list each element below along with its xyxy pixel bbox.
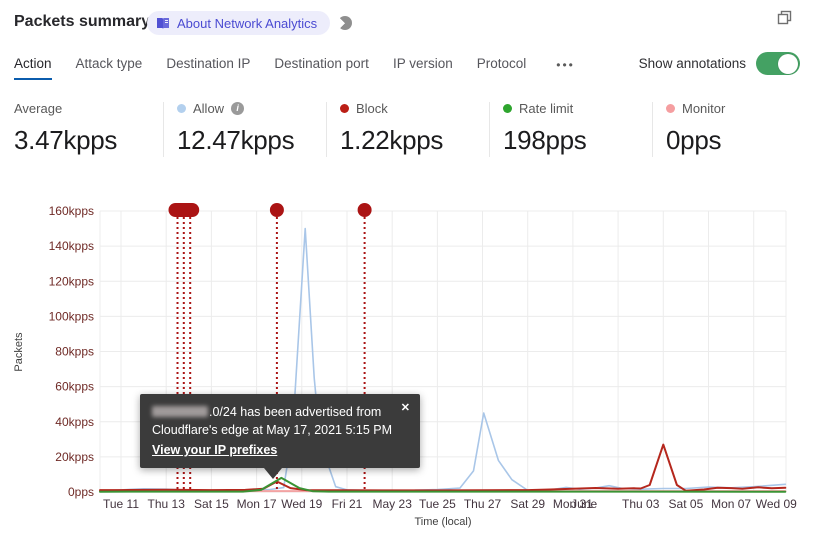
page-title: Packets summary	[14, 13, 151, 30]
y-tick-label: 60kpps	[55, 380, 94, 394]
y-tick-label: 100kpps	[49, 309, 94, 323]
y-tick-label: 40kpps	[55, 415, 94, 429]
stat-value: 12.47kpps	[177, 125, 295, 155]
stat-label: Block	[356, 100, 388, 116]
tooltip-line-1: .0/24 has been advertised from	[152, 403, 408, 421]
x-tick-label: Thu 27	[464, 497, 502, 511]
stat-label: Rate limit	[519, 100, 574, 116]
x-tick-label: June	[571, 497, 597, 511]
tab-ip-version[interactable]: IP version	[393, 52, 453, 78]
x-tick-label: Tue 11	[103, 497, 139, 511]
tab-bar: Action Attack type Destination IP Destin…	[14, 52, 581, 80]
y-tick-label: 140kpps	[49, 239, 94, 253]
about-network-analytics-badge[interactable]: About Network Analytics	[147, 11, 331, 35]
x-tick-label: Mon 07	[711, 497, 751, 511]
tab-destination-ip[interactable]: Destination IP	[166, 52, 250, 78]
y-tick-label: 120kpps	[49, 274, 94, 288]
more-tabs-icon[interactable]: •••	[550, 52, 581, 73]
badge-label: About Network Analytics	[177, 15, 318, 31]
stat-value: 3.47kpps	[14, 125, 118, 155]
annotation-marker[interactable]	[357, 203, 372, 217]
x-tick-label: Thu 13	[148, 497, 186, 511]
rate-limit-dot	[503, 103, 512, 113]
x-tick-label: Tue 25	[419, 497, 456, 511]
x-tick-label: Fri 21	[332, 497, 363, 511]
stat-divider	[163, 102, 164, 157]
pie-icon[interactable]	[338, 16, 352, 30]
tooltip-caret	[264, 468, 282, 479]
stat-rate-limit: Rate limit 198pps	[503, 100, 653, 156]
stat-value: 1.22kpps	[340, 125, 444, 155]
show-annotations-label: Show annotations	[638, 56, 746, 71]
y-tick-label: 20kpps	[55, 450, 94, 464]
stat-average: Average 3.47kpps	[14, 100, 164, 156]
x-tick-label: Sat 29	[510, 497, 545, 511]
restore-window-icon[interactable]	[776, 9, 794, 27]
stat-monitor: Monitor 0pps	[666, 100, 816, 156]
stat-divider	[652, 102, 653, 157]
x-tick-label: Wed 19	[281, 497, 322, 511]
redacted-ip-prefix	[152, 406, 208, 417]
x-tick-label: Mon 17	[237, 497, 277, 511]
tab-attack-type[interactable]: Attack type	[76, 52, 143, 78]
stat-label: Average	[14, 100, 63, 116]
x-axis-title: Time (local)	[414, 516, 471, 528]
stat-value: 198pps	[503, 125, 587, 155]
allow-dot	[177, 103, 186, 113]
x-tick-label: Sat 05	[669, 497, 704, 511]
block-dot	[340, 103, 349, 113]
y-tick-label: 80kpps	[55, 345, 94, 359]
monitor-dot	[666, 103, 675, 113]
stat-block: Block 1.22kpps	[340, 100, 490, 156]
packets-time-series-chart: 0pps 20kpps 40kpps 60kpps 80kpps 100kpps 120kp…	[13, 203, 797, 528]
info-icon[interactable]: i	[231, 101, 245, 115]
book-icon	[157, 17, 169, 29]
tab-protocol[interactable]: Protocol	[477, 52, 527, 78]
annotation-marker-cluster[interactable]	[168, 203, 200, 217]
x-tick-label: Wed 09	[756, 497, 797, 511]
tooltip-line-2: Cloudflare's edge at May 17, 2021 5:15 P…	[152, 423, 393, 437]
y-axis-title: Packets	[13, 332, 25, 372]
x-tick-label: May 23	[373, 497, 413, 511]
stat-label: Allow	[193, 100, 225, 116]
stat-value: 0pps	[666, 125, 722, 155]
tab-destination-port[interactable]: Destination port	[274, 52, 369, 78]
show-annotations-toggle[interactable]	[756, 52, 800, 75]
annotation-marker[interactable]	[269, 203, 284, 217]
network-analytics-panel: Packets summary About Network Analytics …	[0, 0, 816, 545]
close-icon[interactable]: ✕	[399, 399, 412, 416]
stat-label: Monitor	[682, 100, 726, 116]
toggle-knob	[778, 53, 798, 74]
annotation-tooltip: ✕ .0/24 has been advertised from Cloudfl…	[140, 394, 420, 479]
y-tick-label: 160kpps	[49, 204, 94, 218]
show-annotations-control: Show annotations	[639, 52, 800, 75]
x-tick-label: Thu 03	[622, 497, 660, 511]
x-tick-label: Sat 15	[194, 497, 229, 511]
stat-divider	[489, 102, 490, 157]
stat-allow: Allow i 12.47kpps	[177, 100, 327, 156]
y-tick-label: 0pps	[68, 485, 94, 499]
stat-divider	[326, 102, 327, 157]
tab-action[interactable]: Action	[14, 52, 52, 80]
view-ip-prefixes-link[interactable]: View your IP prefixes	[152, 441, 277, 459]
